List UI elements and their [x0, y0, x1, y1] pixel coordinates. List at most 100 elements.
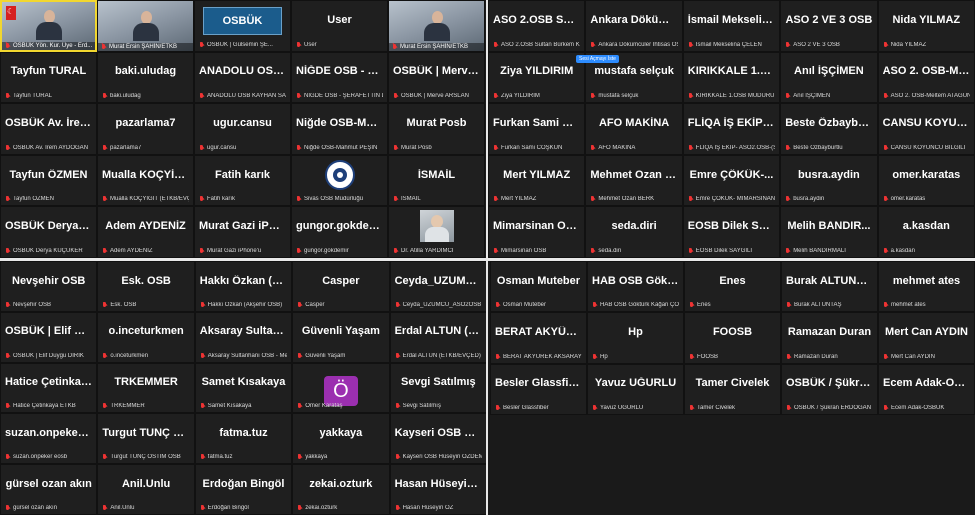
- participant-tile[interactable]: Hatice Çetinkay... Hatice Çetinkaya ETKB: [0, 362, 98, 414]
- participant-tile[interactable]: Burak ALTUNTAŞ Burak ALTUNTAŞ: [781, 261, 878, 313]
- participant-tile[interactable]: Hakkı Özkan (A... Hakkı Özkan (Akşehir OS…: [194, 261, 293, 312]
- participant-tile[interactable]: NİĞDE OSB - ŞE... NİĞDE OSB - ŞERAFETTİN …: [291, 51, 388, 104]
- participant-tile[interactable]: User User: [291, 0, 388, 52]
- participant-tile[interactable]: Anil.Unlu Anil.Unlu: [97, 464, 195, 515]
- participant-tile[interactable]: Beste Özbaybur... Beste Özbayburtlu: [780, 103, 878, 155]
- participant-tile[interactable]: Osman Muteber Osman Muteber: [490, 261, 587, 313]
- participant-tile[interactable]: ASO 2 VE 3 OSB ASO 2 VE 3 OSB: [780, 0, 878, 52]
- participant-name-label: Sevgi Satılmış: [395, 403, 482, 409]
- participant-tile[interactable]: yakkaya yakkaya: [292, 413, 390, 465]
- participant-tile[interactable]: FOOSB FOOSB: [684, 312, 781, 364]
- participant-tile[interactable]: ASO 2. OSB-Mel... ASO 2. OSB-Meltem ATAGÜ…: [877, 51, 975, 104]
- participant-tile[interactable]: Mert YILMAZ Mert YILMAZ: [488, 154, 586, 207]
- participant-tile[interactable]: Emre ÇÖKÜK-... Emre ÇÖKÜK- MİMARSİNAN OSB: [682, 154, 781, 207]
- participant-display-name: Hp: [628, 326, 643, 339]
- participant-tile[interactable]: Ramazan Duran Ramazan Duran: [781, 312, 878, 364]
- participant-tile[interactable]: Esk. OSB Esk. OSB: [97, 261, 195, 312]
- participant-tile[interactable]: a.kasdan a.kasdan: [877, 206, 975, 258]
- participant-tile[interactable]: zekai.ozturk zekai.ozturk: [292, 464, 390, 515]
- participant-tile[interactable]: Tayfun ÖZMEN Tayfun ÖZMEN: [0, 154, 97, 207]
- participant-tile[interactable]: Melih BANDIR... Melih BANDIRMALI: [780, 206, 878, 258]
- participant-tile[interactable]: Ankara Dökümc... Ankara Dökümcüler İhtisa…: [585, 0, 683, 52]
- muted-mic-icon: [5, 42, 10, 49]
- participant-tile[interactable]: OSBÜK Av. İrem... OSBÜK Av. İrem AYDOĞAN: [0, 103, 97, 155]
- participant-tile[interactable]: BERAT AKYÜRE... BERAT AKYÜREK AKSARAY OSB: [490, 312, 587, 364]
- participant-display-name: Tayfun TURAL: [10, 65, 87, 78]
- participant-tile[interactable]: Kayseri OSB Hü... Kayseri OSB Hüseyin ÖZD…: [389, 413, 487, 465]
- participant-tile[interactable]: OSBÜK | Elif Du... OSBÜK | Elif Duygu DİR…: [0, 311, 98, 363]
- participant-tile[interactable]: gungor.gokdemir gungor.gokdemir: [291, 206, 388, 258]
- participant-tile[interactable]: omer.karatas omer.karatas: [877, 154, 975, 207]
- participant-tile[interactable]: ASO 2.OSB Sult... ASO 2.OSB Sultan Bürkem…: [488, 0, 586, 52]
- participant-tile[interactable]: Turgut TUNÇ O... Turgut TUNÇ OSTİM OSB: [97, 413, 195, 465]
- participant-tile[interactable]: Ziya YILDIRIM Ziya YILDIRIM: [488, 51, 586, 104]
- participant-tile[interactable]: busra.aydin busra.aydin: [780, 154, 878, 207]
- participant-tile[interactable]: HAB OSB Göktü... HAB OSB Göktürk Kağan ÇO…: [587, 261, 684, 313]
- participant-tile[interactable]: fatma.tuz fatma.tuz: [194, 413, 293, 465]
- participant-tile[interactable]: Murat Gazi iPho... Murat Gazi iPhone'u: [194, 206, 291, 258]
- participant-name-label: AFO MAKİNA: [590, 144, 677, 151]
- participant-tile[interactable]: Murat Ersin ŞAHİN/ETKB: [97, 0, 194, 52]
- participant-tile[interactable]: Ceyda_UZUMCU... Ceyda_UZUMCU_ASO2OSB: [389, 261, 487, 312]
- participant-tile[interactable]: suzan.onpeker e... suzan.onpeker eosb: [0, 413, 98, 465]
- participant-tile[interactable]: EOSB Dilek SAY... EOSB Dilek SAYGILI: [682, 206, 781, 258]
- participant-tile[interactable]: Sivas OSB Müdürlüğü: [291, 154, 388, 207]
- participant-tile[interactable]: Nevşehir OSB Nevşehir OSB: [0, 261, 98, 312]
- muted-mic-icon: [392, 43, 397, 50]
- participant-tile[interactable]: seda.diri seda.diri: [585, 206, 683, 258]
- participant-tile[interactable]: Murat Ersin ŞAHİN/ETKB: [388, 0, 485, 52]
- participant-tile[interactable]: KIRIKKALE 1.OS... KIRIKKALE 1.OSB MÜDÜRÜ …: [682, 51, 781, 104]
- participant-tile[interactable]: Ecem Adak-OSB... Ecem Adak-OSBÜK: [878, 363, 975, 415]
- participant-tile[interactable]: baki.uludag baki.uludag: [97, 51, 194, 104]
- participant-display-name: OSBÜK Derya K...: [5, 220, 92, 233]
- participant-tile[interactable]: o.inceturkmen o.inceturkmen: [97, 311, 195, 363]
- participant-tile[interactable]: mehmet ates mehmet ates: [878, 261, 975, 313]
- participant-tile[interactable]: Ö Ömer Karataş: [292, 362, 390, 414]
- participant-tile[interactable]: TRKEMMER TRKEMMER: [97, 362, 195, 414]
- muted-mic-icon: [786, 302, 791, 308]
- participant-tile[interactable]: Mert Can AYDIN Mert Can AYDIN: [878, 312, 975, 364]
- participant-tile[interactable]: Besler Glassfiber Besler Glassfiber: [490, 363, 587, 415]
- participant-tile[interactable]: FLİQA İŞ EKİP-... FLİQA İŞ EKİP- ASO2.OSB…: [682, 103, 781, 155]
- participant-tile[interactable]: OSBÜK OSBÜK | Gülsemin ŞE...: [194, 0, 291, 52]
- participant-tile[interactable]: Nida YILMAZ Nida YILMAZ: [877, 0, 975, 52]
- participant-tile[interactable]: Fatih karık Fatih karık: [194, 154, 291, 207]
- participant-tile[interactable]: Aksaray Sultanh... Aksaray Sultanhanı OSB…: [194, 311, 293, 363]
- participant-tile[interactable]: Hasan Hüseyin... Hasan Hüseyin ÖZ: [389, 464, 487, 515]
- participant-tile[interactable]: İSMAİL İSMAİL: [388, 154, 485, 207]
- participant-video: [132, 10, 159, 41]
- participant-tile[interactable]: CANSU KOYUN... CANSU KOYUNCU BİLGİLİ: [877, 103, 975, 155]
- participant-display-name: o.inceturkmen: [108, 325, 184, 338]
- participant-tile[interactable]: Hp Hp: [587, 312, 684, 364]
- participant-tile[interactable]: Güvenli Yaşam Güvenli Yaşam: [292, 311, 390, 363]
- participant-tile[interactable]: Sevgi Satılmış Sevgi Satılmış: [389, 362, 487, 414]
- participant-tile[interactable]: Furkan Sami CO... Furkan Sami COŞKUN: [488, 103, 586, 155]
- participant-tile[interactable]: Adem AYDENİZ Adem AYDENİZ: [97, 206, 194, 258]
- participant-tile[interactable]: Mualla KOÇYİĞİ... Mualla KOÇYİĞİT (ETKB/E…: [97, 154, 194, 207]
- participant-tile[interactable]: AFO MAKİNA AFO MAKİNA: [585, 103, 683, 155]
- participant-tile[interactable]: Dr. Atilla YARDIMCI: [388, 206, 485, 258]
- participant-tile[interactable]: Anıl İŞÇİMEN Anıl İŞÇİMEN: [780, 51, 878, 104]
- participant-tile[interactable]: Casper Casper: [292, 261, 390, 312]
- participant-tile[interactable]: Mehmet Ozan B... Mehmet Ozan BERK: [585, 154, 683, 207]
- participant-tile[interactable]: pazarlama7 pazarlama7: [97, 103, 194, 155]
- participant-tile[interactable]: OSBÜK Derya K... OSBÜK Derya KÜÇÜKER: [0, 206, 97, 258]
- participant-tile[interactable]: Tamer Civelek Tamer Civelek: [684, 363, 781, 415]
- participant-tile[interactable]: ANADOLU OSB... ANADOLU OSB KAYHAN SALIK M…: [194, 51, 291, 104]
- participant-tile[interactable]: OSBÜK Yön. Kur. Üye - Erd...: [0, 0, 97, 52]
- participant-tile[interactable]: Mimarsinan OSB Mimarsinan OSB: [488, 206, 586, 258]
- participant-tile[interactable]: Niğde OSB-Mah... Niğde OSB-Mahmut PEŞİN: [291, 103, 388, 155]
- participant-tile[interactable]: Erdoğan Bingöl Erdoğan Bingöl: [194, 464, 293, 515]
- participant-tile[interactable]: Samet Kısakaya Samet Kısakaya: [194, 362, 293, 414]
- participant-tile[interactable]: OSBÜK / Şükran... OSBÜK / Şükran ERDOĞAN …: [781, 363, 878, 415]
- participant-tile[interactable]: Murat Posb Murat Posb: [388, 103, 485, 155]
- participant-tile[interactable]: Enes Enes: [684, 261, 781, 313]
- participant-tile[interactable]: Yavuz UĞURLU Yavuz UĞURLU: [587, 363, 684, 415]
- ask-unmute-tooltip[interactable]: Sesi Açmayı İste: [576, 55, 619, 63]
- participant-tile[interactable]: İsmail Mekselin... İsmail Mekselina ÇELEN: [682, 0, 781, 52]
- participant-tile[interactable]: gürsel ozan akın gürsel ozan akın: [0, 464, 98, 515]
- participant-tile[interactable]: ugur.cansu ugur.cansu: [194, 103, 291, 155]
- participant-tile[interactable]: Erdal ALTUN (E... Erdal ALTUN (ETKB/EVÇED…: [389, 311, 487, 363]
- participant-tile[interactable]: OSBÜK | Merve... OSBÜK | Merve ARSLAN: [388, 51, 485, 104]
- participant-tile[interactable]: Tayfun TURAL Tayfun TURAL: [0, 51, 97, 104]
